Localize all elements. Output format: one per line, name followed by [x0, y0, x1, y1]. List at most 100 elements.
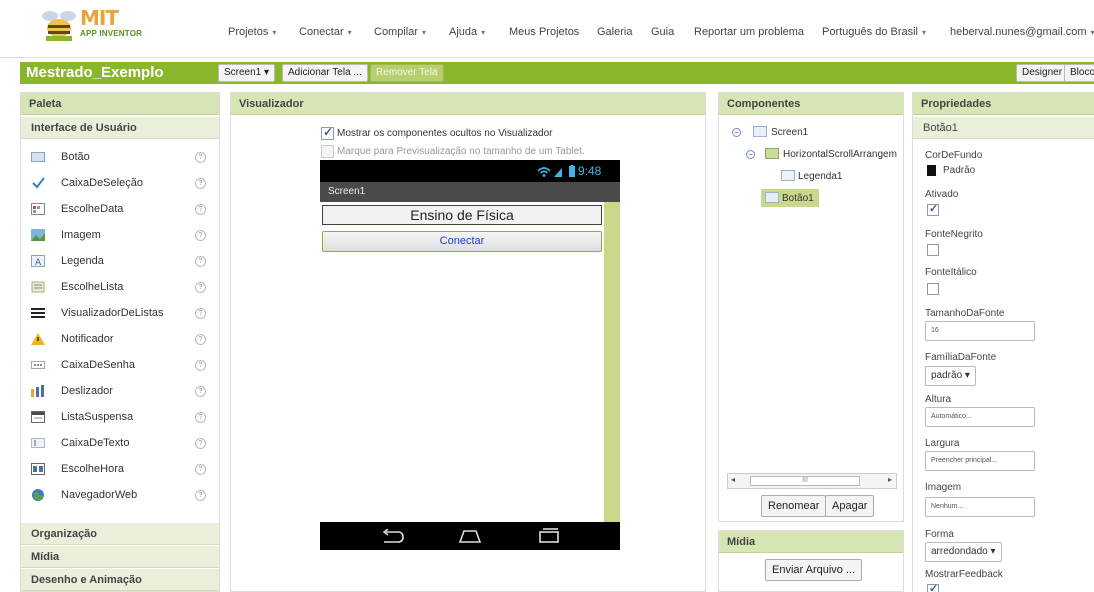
link-gallery[interactable]: Galeria [597, 26, 632, 38]
chevron-down-icon: ▾ [272, 28, 277, 37]
show-hidden-checkbox[interactable] [321, 125, 334, 140]
media-title: Mídia [719, 531, 903, 553]
tree-item-screen[interactable]: Screen1 [771, 127, 808, 138]
image-icon [31, 229, 45, 241]
tree-horizontal-scrollbar[interactable]: ◂ III ▸ [727, 473, 897, 489]
palette-item-slider[interactable]: Deslizador ? [21, 379, 219, 405]
upload-file-button[interactable]: Enviar Arquivo ... [765, 559, 863, 581]
home-icon[interactable] [458, 529, 482, 543]
screen-select[interactable]: Screen1 ▾ [218, 64, 276, 82]
palette-item-textbox[interactable]: CaixaDeTexto ? [21, 431, 219, 457]
passwordbox-icon [31, 359, 45, 371]
back-icon[interactable] [382, 529, 404, 543]
prop-shape-select[interactable]: arredondado ▾ [925, 542, 1002, 562]
prop-width-input[interactable]: Preencher principal... [925, 451, 1035, 471]
help-icon[interactable]: ? [195, 438, 206, 449]
spinner-icon [31, 411, 45, 423]
screen-canvas[interactable]: Ensino de Física Conectar [320, 202, 604, 522]
menu-label: Projetos [228, 26, 269, 38]
palette-item-listview[interactable]: VisualizadorDeListas ? [21, 301, 219, 327]
palette-section-user-interface[interactable]: Interface de Usuário [21, 117, 219, 139]
scrollbar-thumb[interactable]: III [750, 476, 860, 486]
palette-section-layout[interactable]: Organização [21, 523, 219, 545]
designer-button[interactable]: Designer [1016, 64, 1069, 82]
prop-font-size-input[interactable]: 16 [925, 321, 1035, 341]
svg-text:A: A [35, 258, 42, 267]
palette-item-listpicker[interactable]: EscolheLista ? [21, 275, 219, 301]
menu-build[interactable]: Compilar ▾ [374, 26, 426, 38]
palette-section-media[interactable]: Mídia [21, 546, 219, 568]
help-icon[interactable]: ? [195, 464, 206, 475]
rename-button[interactable]: Renomear [761, 495, 827, 517]
tree-item-label[interactable]: Legenda1 [798, 171, 843, 182]
help-icon[interactable]: ? [195, 360, 206, 371]
prop-italic-checkbox[interactable] [927, 283, 939, 295]
app-inventor-logo[interactable]: MIT APP INVENTOR [40, 6, 150, 48]
delete-button[interactable]: Apagar [825, 495, 875, 517]
palette-item-timepicker[interactable]: EscolheHora ? [21, 457, 219, 483]
help-icon[interactable]: ? [195, 178, 206, 189]
help-icon[interactable]: ? [195, 334, 206, 345]
phone-status-bar: 9:48 [320, 160, 620, 182]
help-icon[interactable]: ? [195, 412, 206, 423]
menu-connect[interactable]: Conectar ▾ [299, 26, 352, 38]
palette-item-button[interactable]: Botão ? [21, 145, 219, 171]
tree-item-button[interactable]: Botão1 [782, 193, 814, 204]
link-guide[interactable]: Guia [651, 26, 674, 38]
collapse-icon[interactable]: − [732, 128, 741, 137]
palette-item-image[interactable]: Imagem ? [21, 223, 219, 249]
palette-item-webviewer[interactable]: NavegadorWeb ? [21, 483, 219, 509]
blocks-button[interactable]: Blocos [1064, 64, 1094, 82]
palette-item-spinner[interactable]: ListaSuspensa ? [21, 405, 219, 431]
prop-enabled-checkbox[interactable] [927, 202, 939, 216]
palette-item-label: Botão [61, 151, 90, 163]
prop-italic-label: FonteItálico [925, 267, 977, 278]
menu-language[interactable]: Português do Brasil ▾ [822, 26, 926, 38]
scroll-left-icon[interactable]: ◂ [731, 475, 735, 484]
arrangement-label-preview[interactable]: Ensino de Física [322, 205, 602, 225]
link-my-projects[interactable]: Meus Projetos [509, 26, 579, 38]
button-preview[interactable]: Conectar [322, 231, 602, 252]
add-screen-button[interactable]: Adicionar Tela ... [282, 64, 368, 82]
bee-logo-icon [42, 11, 76, 41]
prop-image-input[interactable]: Nenhum... [925, 497, 1035, 517]
timepicker-icon [31, 463, 45, 475]
palette-item-checkbox[interactable]: CaixaDeSeleção ? [21, 171, 219, 197]
menu-label: Compilar [374, 26, 419, 38]
prop-font-family-select[interactable]: padrão ▾ [925, 366, 976, 386]
slider-icon [31, 385, 45, 397]
palette-item-label: NavegadorWeb [61, 489, 138, 501]
prop-height-input[interactable]: Automático... [925, 407, 1035, 427]
menu-label: Português do Brasil [822, 26, 918, 38]
prop-bg-color-value[interactable]: Padrão [943, 165, 975, 176]
help-icon[interactable]: ? [195, 490, 206, 501]
help-icon[interactable]: ? [195, 308, 206, 319]
selected-component-name: Botão1 [913, 117, 1094, 139]
tree-item-arrangement[interactable]: HorizontalScrollArrangem [783, 149, 897, 160]
menu-account[interactable]: heberval.nunes@gmail.com ▾ [950, 26, 1094, 38]
palette-item-passwordbox[interactable]: CaixaDeSenha ? [21, 353, 219, 379]
prop-bold-checkbox[interactable] [927, 244, 939, 256]
remove-screen-button[interactable]: Remover Tela [370, 64, 444, 82]
prop-feedback-checkbox[interactable] [927, 582, 939, 592]
collapse-icon[interactable]: − [746, 150, 755, 159]
palette-item-datepicker[interactable]: EscolheData ? [21, 197, 219, 223]
help-icon[interactable]: ? [195, 282, 206, 293]
help-icon[interactable]: ? [195, 256, 206, 267]
logo-subtitle: APP INVENTOR [80, 29, 143, 38]
recent-apps-icon[interactable] [538, 528, 560, 544]
color-swatch-icon[interactable] [927, 165, 936, 176]
help-icon[interactable]: ? [195, 152, 206, 163]
scroll-right-icon[interactable]: ▸ [888, 475, 892, 484]
menu-projects[interactable]: Projetos ▾ [228, 26, 276, 38]
link-report-problem[interactable]: Reportar um problema [694, 26, 804, 38]
palette-item-notifier[interactable]: Notificador ? [21, 327, 219, 353]
help-icon[interactable]: ? [195, 386, 206, 397]
media-panel: Mídia Enviar Arquivo ... [718, 530, 904, 592]
menu-help[interactable]: Ajuda ▾ [449, 26, 485, 38]
help-icon[interactable]: ? [195, 230, 206, 241]
palette-item-label-component[interactable]: A Legenda ? [21, 249, 219, 275]
tablet-preview-checkbox[interactable] [321, 145, 334, 158]
palette-section-drawing-animation[interactable]: Desenho e Animação [21, 569, 219, 591]
help-icon[interactable]: ? [195, 204, 206, 215]
